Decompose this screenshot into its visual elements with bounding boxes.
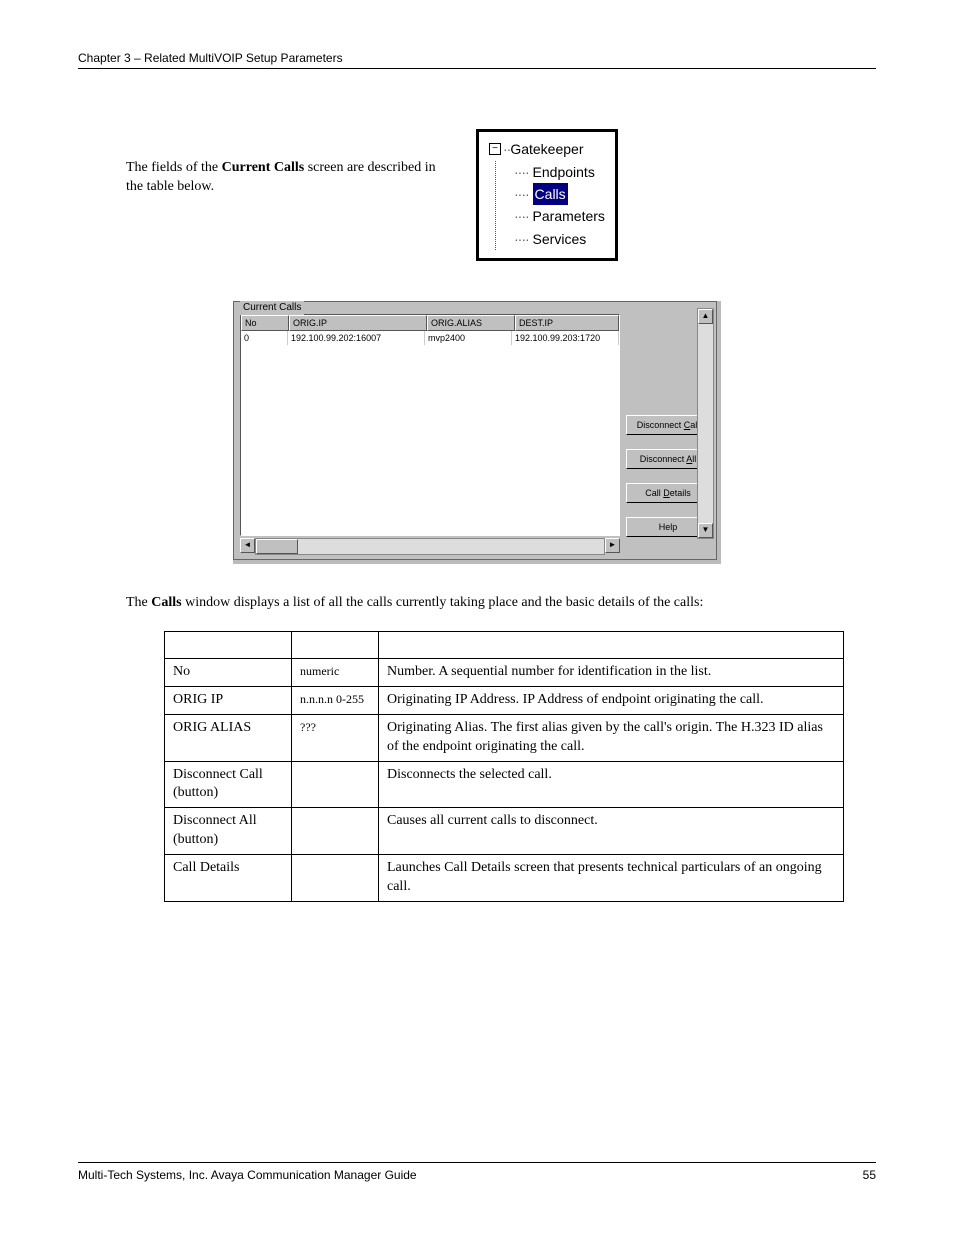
table-row: Disconnect Call (button) Disconnects the … [165,761,844,808]
table-row: NonumericNumber. A sequential number for… [165,659,844,687]
cell-orig-alias: mvp2400 [425,331,512,345]
vertical-scrollbar[interactable]: ▲ ▼ [697,308,714,539]
tree-item-endpoints[interactable]: ···· Endpoints [514,161,605,183]
page-footer: Multi-Tech Systems, Inc. Avaya Communica… [78,1162,876,1183]
tree-root[interactable]: −·· Gatekeeper [489,138,605,160]
horizontal-scrollbar[interactable]: ◄ ► [240,538,620,555]
desc-bold: Calls [151,595,181,610]
intro-paragraph: The fields of the Current Calls screen a… [78,129,446,197]
field-type: n.n.n.n 0-255 [292,686,379,714]
field-name: Disconnect All (button) [165,808,292,855]
tree-label: Parameters [533,205,605,227]
table-row: ORIG ALIAS???Originating Alias. The firs… [165,714,844,761]
tree-label: Services [533,228,587,250]
field-type: numeric [292,659,379,687]
tree-item-calls[interactable]: ···· Calls [514,183,605,205]
table-row: Call Details Launches Call Details screen… [165,855,844,902]
field-type [292,808,379,855]
tree-item-parameters[interactable]: ···· Parameters [514,205,605,227]
table-row: ORIG IPn.n.n.n 0-255Originating IP Addre… [165,686,844,714]
field-desc: Causes all current calls to disconnect. [379,808,844,855]
scroll-thumb[interactable] [256,539,298,554]
field-name: Disconnect Call (button) [165,761,292,808]
tree-root-label: Gatekeeper [510,138,583,160]
field-desc: Disconnects the selected call. [379,761,844,808]
scroll-up-icon[interactable]: ▲ [698,309,713,324]
table-row[interactable]: 0 192.100.99.202:16007 mvp2400 192.100.9… [241,331,619,345]
field-name: ORIG IP [165,686,292,714]
panel-legend: Current Calls [240,301,304,315]
field-type [292,761,379,808]
field-desc: Originating IP Address. IP Address of en… [379,686,844,714]
grid-header-row: No ORIG.IP ORIG.ALIAS DEST.IP [241,315,619,331]
scroll-down-icon[interactable]: ▼ [698,523,713,538]
scroll-right-icon[interactable]: ► [605,538,620,553]
field-name: Call Details [165,855,292,902]
current-calls-panel: Current Calls ▲ ▼ No ORIG.IP ORIG.ALIAS … [233,301,717,560]
collapse-icon[interactable]: − [489,143,501,155]
footer-text: Multi-Tech Systems, Inc. Avaya Communica… [78,1167,417,1183]
scroll-left-icon[interactable]: ◄ [240,538,255,553]
intro-bold: Current Calls [222,160,305,175]
field-description-table: NonumericNumber. A sequential number for… [164,631,844,902]
tree-label: Endpoints [533,161,595,183]
cell-dest-ip: 192.100.99.203:1720 [512,331,619,345]
desc-pre: The [126,595,151,610]
col-orig-alias[interactable]: ORIG.ALIAS [427,315,515,331]
field-desc: Originating Alias. The first alias given… [379,714,844,761]
table-row: Disconnect All (button) Causes all curren… [165,808,844,855]
intro-pre: The fields of the [126,160,222,175]
col-dest-ip[interactable]: DEST.IP [515,315,619,331]
field-name: ORIG ALIAS [165,714,292,761]
field-type [292,855,379,902]
page-header: Chapter 3 – Related MultiVOIP Setup Para… [78,50,876,69]
calls-grid: No ORIG.IP ORIG.ALIAS DEST.IP 0 192.100.… [240,314,620,555]
field-type: ??? [292,714,379,761]
desc-post: window displays a list of all the calls … [182,595,704,610]
col-no[interactable]: No [241,315,289,331]
cell-no: 0 [241,331,288,345]
description-paragraph: The Calls window displays a list of all … [126,594,876,613]
tree-view: −·· Gatekeeper ···· Endpoints ···· Calls… [476,129,618,261]
tree-label-selected: Calls [533,183,568,205]
cell-orig-ip: 192.100.99.202:16007 [288,331,425,345]
field-name: No [165,659,292,687]
col-orig-ip[interactable]: ORIG.IP [289,315,427,331]
field-desc: Number. A sequential number for identifi… [379,659,844,687]
field-desc: Launches Call Details screen that presen… [379,855,844,902]
page-number: 55 [863,1167,876,1183]
tree-item-services[interactable]: ···· Services [514,228,605,250]
